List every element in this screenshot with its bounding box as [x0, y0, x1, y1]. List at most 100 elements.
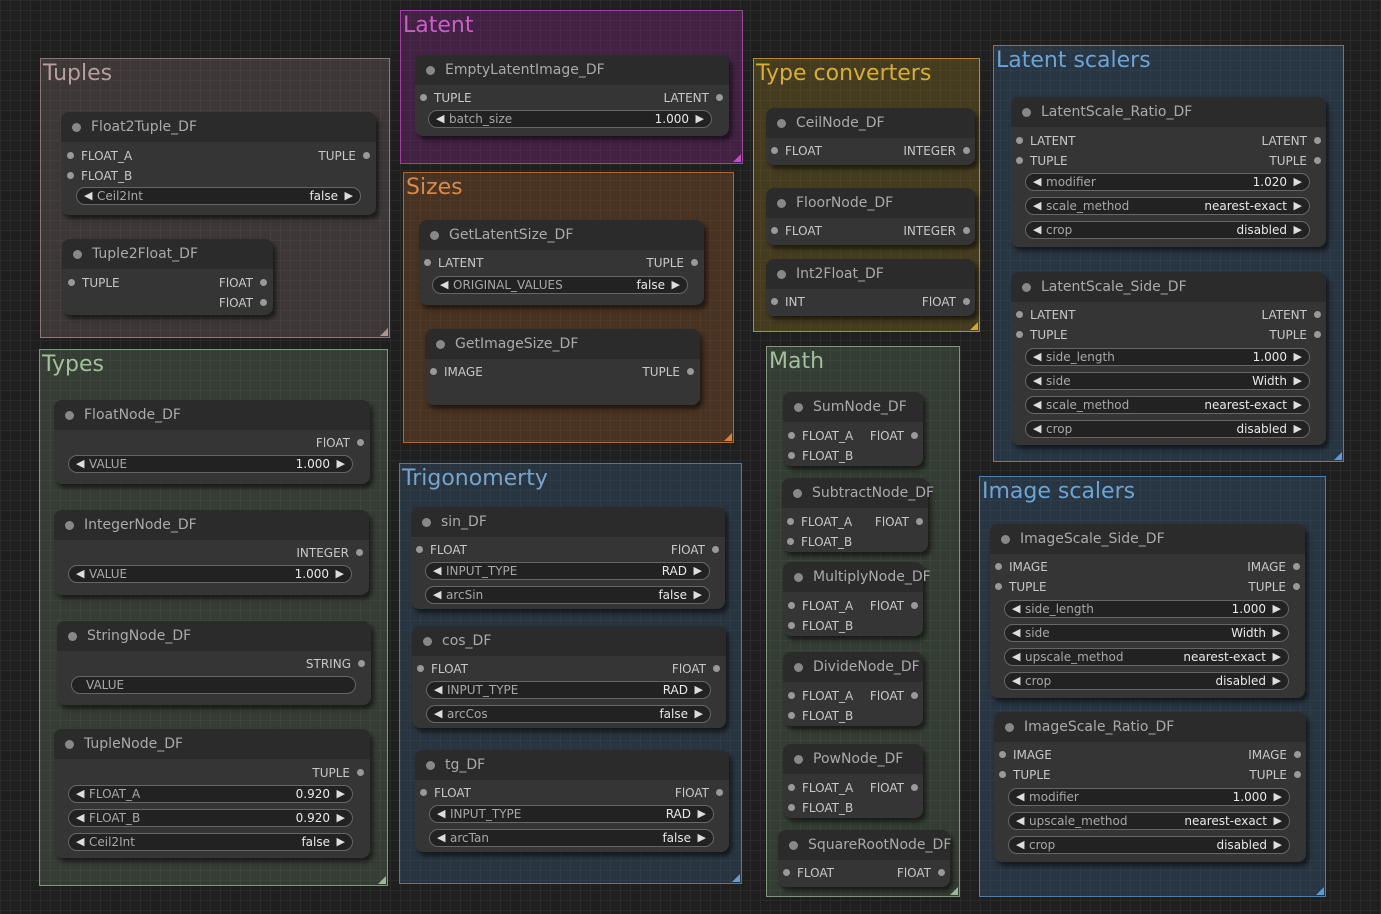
input-slot[interactable]: FLOAT_B [788, 801, 853, 815]
number-widget[interactable]: ◀ side_length 1.000 ▶ [1004, 600, 1289, 618]
input-slot[interactable]: FLOAT_A [787, 515, 852, 529]
output-slot[interactable]: FlOAT [316, 436, 365, 450]
collapse-dot-icon[interactable] [1022, 108, 1031, 117]
collapse-dot-icon[interactable] [794, 403, 803, 412]
arrow-left-icon[interactable]: ◀ [437, 806, 445, 822]
input-slot[interactable]: FLOAT_A [788, 599, 853, 613]
node-floatnode[interactable]: FloatNode_DF FlOAT ◀ VALUE 1.000 ▶ [54, 400, 370, 484]
output-slot[interactable]: FlOAT [922, 295, 971, 309]
collapse-dot-icon[interactable] [436, 340, 445, 349]
node-int2float[interactable]: Int2Float_DF INT FlOAT [766, 259, 975, 316]
number-widget[interactable]: ◀ batch_size 1.000 ▶ [428, 110, 712, 128]
output-slot[interactable]: LATENT [1262, 308, 1322, 322]
arrow-right-icon[interactable]: ▶ [1294, 349, 1302, 365]
input-slot[interactable]: FLOAT_A [788, 429, 853, 443]
collapse-dot-icon[interactable] [73, 250, 82, 259]
arrow-left-icon[interactable]: ◀ [76, 810, 84, 826]
text-widget[interactable]: VALUE [71, 676, 356, 694]
number-widget[interactable]: ◀ modifier 1.000 ▶ [1008, 788, 1290, 806]
arrow-right-icon[interactable]: ▶ [1294, 373, 1302, 389]
node-title-bar[interactable]: MultiplyNode_DF [783, 562, 931, 592]
arrow-left-icon[interactable]: ◀ [1033, 222, 1041, 238]
node-title-bar[interactable]: DivideNode_DF [783, 652, 923, 682]
node-title-bar[interactable]: ImageScale_Ratio_DF [994, 712, 1306, 742]
node-title-bar[interactable]: GetImageSize_DF [425, 329, 700, 359]
combo-widget[interactable]: ◀ side Width ▶ [1004, 624, 1289, 642]
node-title-bar[interactable]: SubtractNode_DF [782, 478, 934, 508]
input-slot[interactable]: INT [771, 295, 805, 309]
collapse-dot-icon[interactable] [72, 123, 81, 132]
combo-widget[interactable]: ◀ INPUT_TYPE RAD ▶ [425, 562, 710, 580]
combo-widget[interactable]: ◀ upscale_method nearest-exact ▶ [1008, 812, 1290, 830]
node-tuplenode[interactable]: TupleNode_DF TUPLE ◀ FLOAT_A 0.920 ▶ ◀ FLOAT… [54, 729, 370, 858]
input-slot[interactable]: IMAGE [995, 560, 1048, 574]
input-slot[interactable]: FLOAT [420, 786, 471, 800]
resize-handle[interactable] [380, 328, 388, 336]
arrow-right-icon[interactable]: ▶ [1273, 625, 1281, 641]
resize-handle[interactable] [950, 887, 958, 895]
node-integernode[interactable]: IntegerNode_DF INTEGER ◀ VALUE 1.000 ▶ [54, 510, 369, 595]
arrow-left-icon[interactable]: ◀ [84, 188, 92, 204]
output-slot[interactable]: STRING [306, 657, 366, 671]
collapse-dot-icon[interactable] [794, 573, 803, 582]
resize-handle[interactable] [732, 874, 740, 882]
toggle-widget[interactable]: ◀ ORIGINAL_VALUES false ▶ [432, 276, 688, 294]
arrow-right-icon[interactable]: ▶ [698, 830, 706, 846]
collapse-dot-icon[interactable] [794, 663, 803, 672]
resize-handle[interactable] [1334, 452, 1342, 460]
arrow-left-icon[interactable]: ◀ [433, 563, 441, 579]
input-slot[interactable]: LATENT [1016, 308, 1075, 322]
combo-widget[interactable]: ◀ crop disabled ▶ [1025, 420, 1310, 438]
node-title-bar[interactable]: GetLatentSize_DF [419, 220, 704, 250]
node-title-bar[interactable]: cos_DF [412, 626, 726, 656]
input-slot[interactable]: TUPLE [995, 580, 1047, 594]
arrow-left-icon[interactable]: ◀ [433, 587, 441, 603]
input-slot[interactable]: TUPLE [1016, 328, 1068, 342]
node-title-bar[interactable]: sin_DF [411, 507, 725, 537]
combo-widget[interactable]: ◀ INPUT_TYPE RAD ▶ [429, 805, 714, 823]
node-title-bar[interactable]: EmptyLatentImage_DF [415, 55, 729, 85]
input-slot[interactable]: FLOAT [417, 662, 468, 676]
combo-widget[interactable]: ◀ side Width ▶ [1025, 372, 1310, 390]
node-emptylatentimage[interactable]: EmptyLatentImage_DF TUPLE LATENT ◀ batch_… [415, 55, 729, 136]
input-slot[interactable]: FLOAT [771, 144, 822, 158]
node-title-bar[interactable]: Tuple2Float_DF [62, 239, 273, 269]
input-slot[interactable]: FLOAT_B [788, 449, 853, 463]
node-title-bar[interactable]: TupleNode_DF [54, 729, 370, 759]
node-title-bar[interactable]: LatentScale_Ratio_DF [1011, 97, 1326, 127]
collapse-dot-icon[interactable] [789, 841, 798, 850]
output-slot[interactable]: TUPLE [1269, 154, 1321, 168]
node-title-bar[interactable]: Int2Float_DF [766, 259, 975, 289]
arrow-left-icon[interactable]: ◀ [1016, 789, 1024, 805]
arrow-left-icon[interactable]: ◀ [436, 111, 444, 127]
arrow-right-icon[interactable]: ▶ [695, 706, 703, 722]
input-slot[interactable]: FLOAT [783, 866, 834, 880]
output-slot[interactable]: FlOAT [219, 296, 268, 310]
arrow-right-icon[interactable]: ▶ [337, 810, 345, 826]
output-slot[interactable]: FlOAT [870, 599, 919, 613]
collapse-dot-icon[interactable] [1022, 283, 1031, 292]
combo-widget[interactable]: ◀ INPUT_TYPE RAD ▶ [426, 681, 711, 699]
arrow-right-icon[interactable]: ▶ [1274, 813, 1282, 829]
node-title-bar[interactable]: Float2Tuple_DF [61, 112, 376, 142]
arrow-right-icon[interactable]: ▶ [1294, 421, 1302, 437]
arrow-right-icon[interactable]: ▶ [1294, 198, 1302, 214]
toggle-widget[interactable]: ◀ arcCos false ▶ [426, 705, 711, 723]
input-slot[interactable]: IMAGE [999, 748, 1052, 762]
output-slot[interactable]: LATENT [664, 91, 724, 105]
node-title-bar[interactable]: FloatNode_DF [54, 400, 370, 430]
input-slot[interactable]: FLOAT_B [788, 619, 853, 633]
arrow-left-icon[interactable]: ◀ [1033, 421, 1041, 437]
node-dividenode[interactable]: DivideNode_DF FLOAT_A FLOAT_B FlOAT [783, 652, 923, 726]
number-widget[interactable]: ◀ side_length 1.000 ▶ [1025, 348, 1310, 366]
output-slot[interactable]: IMAGE [1248, 748, 1301, 762]
node-title-bar[interactable]: ImageScale_Side_DF [990, 524, 1305, 554]
arrow-right-icon[interactable]: ▶ [337, 456, 345, 472]
combo-widget[interactable]: ◀ scale_method nearest-exact ▶ [1025, 197, 1310, 215]
resize-handle[interactable] [724, 433, 732, 441]
arrow-right-icon[interactable]: ▶ [1273, 601, 1281, 617]
output-slot[interactable]: TUPLE [1249, 768, 1301, 782]
resize-handle[interactable] [970, 322, 978, 330]
arrow-left-icon[interactable]: ◀ [76, 786, 84, 802]
collapse-dot-icon[interactable] [1001, 535, 1010, 544]
